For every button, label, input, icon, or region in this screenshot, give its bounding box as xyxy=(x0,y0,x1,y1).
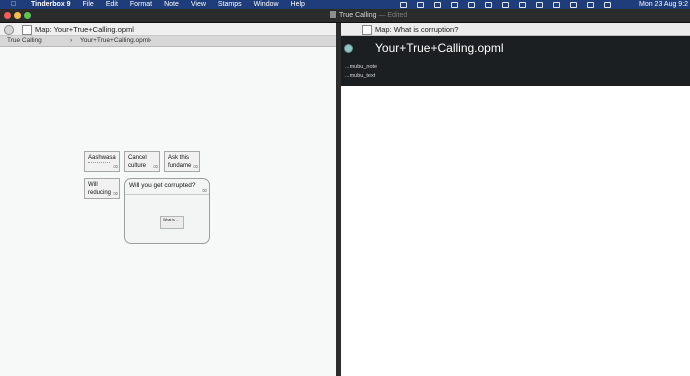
window-title: True Calling — Edited xyxy=(330,11,407,19)
note-resize-icon[interactable]: ⌧ xyxy=(193,163,198,171)
note-badge-icon[interactable] xyxy=(344,44,353,53)
menu-file[interactable]: File xyxy=(83,1,94,8)
map-note[interactable]: Ask this fundame ⌧ xyxy=(164,151,200,172)
apple-menu-icon[interactable]:  xyxy=(11,1,18,8)
container-title: Will you get corrupted? xyxy=(129,182,196,189)
breadcrumb: True Calling › Your+True+Calling.opml › xyxy=(0,36,336,47)
status-item-icon[interactable] xyxy=(604,1,611,8)
menu-bar:  Tinderbox 9 File Edit Format Note View… xyxy=(0,0,690,9)
tab-toggle-icon[interactable] xyxy=(4,25,14,35)
note-title: Cancel culture xyxy=(128,155,147,169)
note-title: Will reducing xyxy=(88,182,112,196)
map-view-icon xyxy=(22,25,32,35)
text-pane: Your+True+Calling.opml ...mubu_note ...m… xyxy=(341,37,690,376)
status-item-icon[interactable] xyxy=(417,1,424,8)
map-note[interactable]: Aashwasa ⌧ xyxy=(84,151,120,172)
menu-edit[interactable]: Edit xyxy=(106,1,118,8)
left-tab-bar: Map: Your+True+Calling.opml xyxy=(0,23,336,36)
child-note[interactable]: What is ... xyxy=(160,216,184,229)
note-resize-icon[interactable]: ⌧ xyxy=(113,190,118,198)
breadcrumb-current[interactable]: Your+True+Calling.opml xyxy=(80,37,150,44)
status-item-icon[interactable] xyxy=(451,1,458,8)
status-item-icon[interactable] xyxy=(400,1,407,8)
menu-help[interactable]: Help xyxy=(291,1,305,8)
menu-stamps[interactable]: Stamps xyxy=(218,1,242,8)
breadcrumb-root[interactable]: True Calling xyxy=(7,37,42,44)
map-note[interactable]: Cancel culture ⌧ xyxy=(124,151,160,172)
status-item-icon[interactable] xyxy=(587,1,594,8)
note-title: Ask this fundame xyxy=(168,155,192,169)
status-item-icon[interactable] xyxy=(485,1,492,8)
map-canvas[interactable]: Aashwasa ⌧ Cancel culture ⌧ Ask this fun… xyxy=(0,47,336,376)
status-item-icon[interactable] xyxy=(502,1,509,8)
document-icon xyxy=(330,11,336,18)
breadcrumb-separator-icon: › xyxy=(70,37,73,44)
right-tab-bar: Map: What is corruption? xyxy=(341,23,690,36)
menu-view[interactable]: View xyxy=(191,1,206,8)
status-item-icon[interactable] xyxy=(553,1,560,8)
map-view-icon xyxy=(362,25,372,35)
map-note[interactable]: Will reducing ⌧ xyxy=(84,178,120,199)
right-tab-title[interactable]: Map: What is corruption? xyxy=(375,25,458,34)
close-button[interactable] xyxy=(4,12,11,19)
menu-note[interactable]: Note xyxy=(164,1,179,8)
status-item-icon[interactable] xyxy=(570,1,577,8)
container-resize-icon[interactable]: ⌧ xyxy=(202,188,207,193)
status-tray xyxy=(400,0,621,9)
status-item-icon[interactable] xyxy=(434,1,441,8)
text-pane-header: Your+True+Calling.opml ...mubu_note ...m… xyxy=(341,37,690,86)
breadcrumb-separator-icon: › xyxy=(149,37,152,44)
note-title-field[interactable]: Your+True+Calling.opml xyxy=(375,41,504,55)
zoom-button[interactable] xyxy=(24,12,31,19)
menu-app[interactable]: Tinderbox 9 xyxy=(31,1,71,8)
attribute-row[interactable]: ...mubu_note xyxy=(345,64,377,70)
text-editor[interactable] xyxy=(341,86,690,376)
attribute-row[interactable]: ...mubu_text xyxy=(345,73,375,79)
status-item-icon[interactable] xyxy=(519,1,526,8)
status-item-icon[interactable] xyxy=(468,1,475,8)
note-title: Aashwasa xyxy=(88,155,116,161)
left-tab-title[interactable]: Map: Your+True+Calling.opml xyxy=(35,25,134,34)
minimize-button[interactable] xyxy=(14,12,21,19)
note-resize-icon[interactable]: ⌧ xyxy=(113,163,118,171)
map-container-note[interactable]: Will you get corrupted? ⌧ What is ... xyxy=(124,178,210,244)
window-titlebar: True Calling — Edited xyxy=(0,9,690,23)
status-item-icon[interactable] xyxy=(536,1,543,8)
edited-indicator: — Edited xyxy=(378,12,408,19)
note-resize-icon[interactable]: ⌧ xyxy=(153,163,158,171)
menubar-clock[interactable]: Mon 23 Aug 9:2 xyxy=(639,0,688,9)
menu-format[interactable]: Format xyxy=(130,1,152,8)
menu-window[interactable]: Window xyxy=(254,1,279,8)
